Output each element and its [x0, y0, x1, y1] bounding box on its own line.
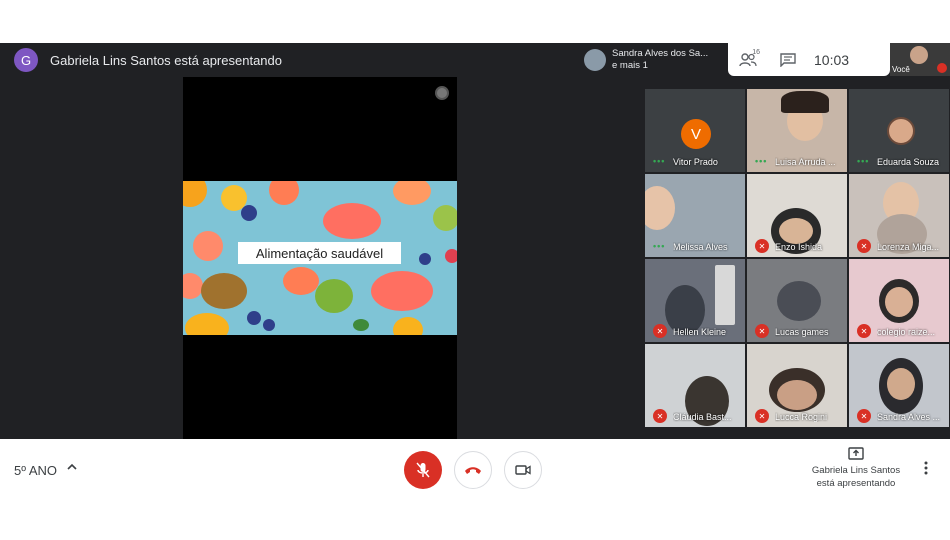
- mic-off-icon: ✕: [857, 239, 871, 253]
- participant-grid: V ••• Vitor Prado ••• Luisa Arruda ... •…: [644, 88, 950, 428]
- participant-tile[interactable]: ✕ Lucca Rogini: [746, 343, 848, 428]
- participant-name: Lorenza Miga...: [877, 242, 940, 252]
- people-icon[interactable]: 16: [728, 49, 768, 67]
- participant-name: Eduarda Souza: [877, 157, 940, 167]
- controls-bar: 5º ANO Gabriela Lins Santos está apresen…: [0, 439, 950, 495]
- leave-call-button[interactable]: [454, 451, 492, 489]
- mic-off-icon: ✕: [857, 324, 871, 338]
- clock: 10:03: [814, 51, 850, 68]
- avatar: V: [681, 119, 711, 149]
- avatar: [910, 46, 928, 64]
- mic-off-icon: ✕: [755, 239, 769, 253]
- participant-tile[interactable]: ✕ Hellen Kleine: [644, 258, 746, 343]
- mic-off-icon: ✕: [653, 324, 667, 338]
- bottom-margin: [0, 495, 950, 540]
- camera-icon: [515, 465, 531, 475]
- participant-tile[interactable]: ✕ Sandra Alves ...: [848, 343, 950, 428]
- mic-off-icon: ✕: [755, 409, 769, 423]
- participant-name: Luisa Arruda ...: [775, 157, 836, 167]
- participant-tile[interactable]: ••• Eduarda Souza: [848, 88, 950, 173]
- meeting-stage: G Gabriela Lins Santos está apresentando: [0, 43, 950, 439]
- participant-tile[interactable]: ✕ Lorenza Miga...: [848, 173, 950, 258]
- chat-icon-svg: [780, 52, 796, 67]
- participant-name: Enzo Ishida: [775, 242, 823, 252]
- camera-toggle-button[interactable]: [504, 451, 542, 489]
- participant-name: Lucas games: [775, 327, 829, 337]
- participant-tile[interactable]: ✕ Enzo Ishida: [746, 173, 848, 258]
- more-options-icon[interactable]: [924, 461, 928, 479]
- mic-off-icon: [937, 63, 947, 73]
- chevron-up-icon[interactable]: [66, 461, 78, 476]
- mic-off-icon: [416, 462, 430, 478]
- self-label: Você: [892, 65, 910, 74]
- participant-tile[interactable]: V ••• Vitor Prado: [644, 88, 746, 173]
- present-screen-icon-svg: [848, 447, 864, 460]
- presenter-label: Gabriela Lins Santos está apresentando: [50, 52, 282, 68]
- participant-name: Hellen Kleine: [673, 327, 727, 337]
- avatar: [887, 117, 915, 145]
- active-speaker-chip[interactable]: Sandra Alves dos Sa... e mais 1: [580, 43, 728, 76]
- top-margin: [0, 0, 950, 43]
- active-speaker-name: Sandra Alves dos Sa...: [612, 47, 709, 59]
- participant-tile[interactable]: ✕ Cláudia Bast...: [644, 343, 746, 428]
- record-dot-icon: [435, 86, 449, 100]
- speaking-icon: •••: [857, 156, 870, 166]
- participant-name: Melissa Alves: [673, 242, 728, 252]
- mic-off-icon: ✕: [857, 409, 871, 423]
- participant-name: Vitor Prado: [673, 157, 718, 167]
- avatar: [584, 48, 606, 71]
- participant-name: colegio raize...: [877, 327, 936, 337]
- presenter-avatar: G: [14, 48, 38, 72]
- shared-screen[interactable]: Alimentação saudável: [183, 77, 457, 439]
- more-vert-icon: [924, 461, 928, 475]
- meeting-title[interactable]: 5º ANO: [14, 463, 57, 478]
- chat-icon[interactable]: [768, 52, 808, 67]
- mic-toggle-button[interactable]: [404, 451, 442, 489]
- mic-off-icon: ✕: [653, 409, 667, 423]
- participant-tile[interactable]: ••• Luisa Arruda ...: [746, 88, 848, 173]
- participant-tile[interactable]: ••• Melissa Alves: [644, 173, 746, 258]
- presenting-name: Gabriela Lins Santos: [811, 465, 901, 476]
- meeting-info-bar: 16 10:03: [728, 43, 890, 76]
- slide: Alimentação saudável: [183, 181, 457, 335]
- participant-name: Sandra Alves ...: [877, 412, 941, 422]
- presenting-label: está apresentando: [816, 478, 896, 489]
- participant-tile[interactable]: ✕ colegio raize...: [848, 258, 950, 343]
- participant-name: Lucca Rogini: [775, 412, 828, 422]
- active-speaker-more: e mais 1: [612, 59, 648, 71]
- hang-up-icon: [465, 467, 481, 474]
- self-preview[interactable]: Você: [890, 43, 950, 76]
- presenter-header: G Gabriela Lins Santos está apresentando: [0, 43, 282, 77]
- speaking-icon: •••: [755, 156, 768, 166]
- people-count: 16: [752, 48, 760, 56]
- chevron-up-icon-svg: [67, 463, 77, 470]
- presenting-status[interactable]: Gabriela Lins Santos está apresentando: [806, 447, 906, 490]
- participant-name: Cláudia Bast...: [673, 412, 732, 422]
- speaking-icon: •••: [653, 156, 666, 166]
- mic-off-icon: ✕: [755, 324, 769, 338]
- slide-title: Alimentação saudável: [238, 242, 401, 264]
- present-screen-icon: [806, 447, 906, 464]
- participant-tile[interactable]: ✕ Lucas games: [746, 258, 848, 343]
- speaking-icon: •••: [653, 241, 666, 251]
